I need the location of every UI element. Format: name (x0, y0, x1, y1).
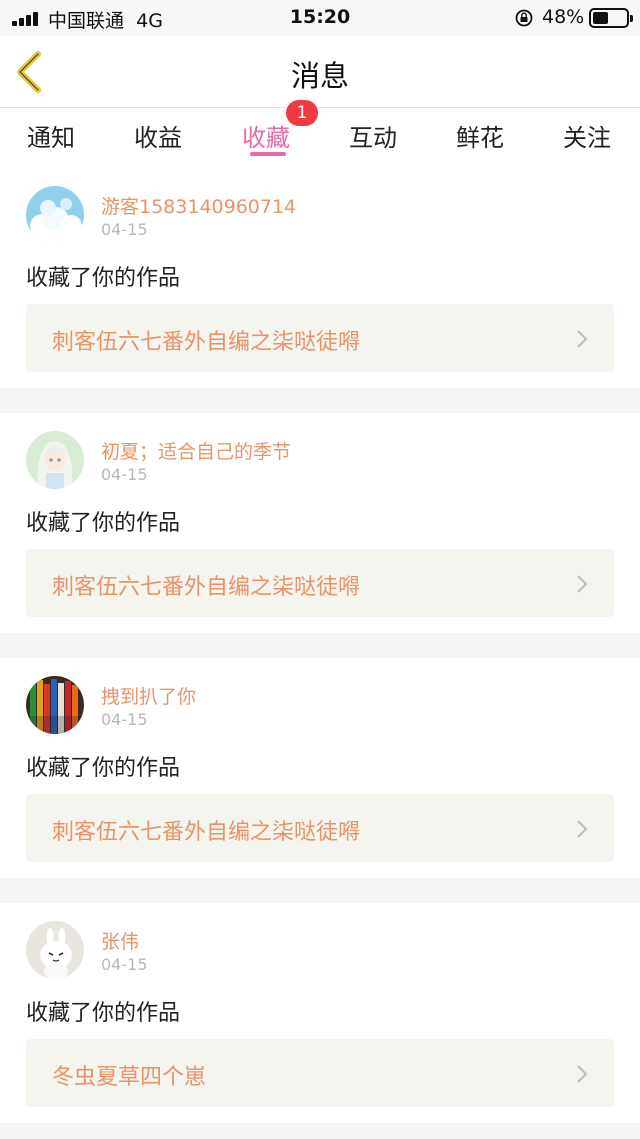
work-link[interactable]: 冬虫夏草四个崽 (26, 1039, 614, 1107)
active-tab-indicator (250, 152, 286, 156)
tab-earnings[interactable]: 收益 (108, 118, 208, 153)
tab-interactions[interactable]: 互动 (323, 118, 423, 153)
tab-bar: 通知 收益 收藏 互动 鲜花 关注 (0, 108, 640, 168)
tab-flowers[interactable]: 鲜花 (430, 118, 530, 153)
nav-bar: 消息 (0, 36, 640, 108)
username[interactable]: 初夏；适合自己的季节 (101, 437, 291, 464)
status-bar: 中国联通 4G 15:20 48% (0, 0, 640, 36)
message-card: 初夏；适合自己的季节 04-15 收藏了你的作品 刺客伍六七番外自编之柒哒徒嘚 (0, 413, 640, 633)
tab-notifications[interactable]: 通知 (1, 118, 101, 153)
message-card: 游客1583140960714 04-15 收藏了你的作品 刺客伍六七番外自编之… (0, 168, 640, 388)
message-text: 收藏了你的作品 (26, 266, 181, 291)
anime-girl-avatar-image (26, 431, 84, 489)
avatar[interactable] (26, 431, 84, 489)
colored-pencils-avatar-image (26, 676, 84, 734)
message-text: 收藏了你的作品 (26, 1001, 181, 1026)
avatar[interactable] (26, 676, 84, 734)
work-title: 刺客伍六七番外自编之柒哒徒嘚 (52, 330, 361, 355)
tab-following[interactable]: 关注 (537, 118, 637, 153)
avatar[interactable] (26, 921, 84, 979)
message-date: 04-15 (101, 710, 148, 729)
avatar[interactable] (26, 186, 84, 244)
message-date: 04-15 (101, 220, 148, 239)
rabbit-avatar-image (26, 921, 84, 979)
chevron-right-icon (577, 820, 588, 838)
page-title: 消息 (290, 59, 349, 93)
username[interactable]: 拽到扒了你 (101, 682, 196, 709)
message-card: 张伟 04-15 收藏了你的作品 冬虫夏草四个崽 (0, 903, 640, 1123)
chevron-right-icon (577, 575, 588, 593)
battery-percent: 48% (542, 6, 585, 28)
clouds-avatar-image (26, 186, 84, 244)
work-title: 刺客伍六七番外自编之柒哒徒嘚 (52, 820, 361, 845)
favorites-badge: 1 (286, 100, 318, 126)
message-card: 拽到扒了你 04-15 收藏了你的作品 刺客伍六七番外自编之柒哒徒嘚 (0, 658, 640, 878)
battery-fill (593, 12, 608, 24)
rotation-lock-icon (515, 9, 533, 27)
battery-icon (589, 8, 633, 28)
username[interactable]: 游客1583140960714 (101, 192, 296, 219)
work-link[interactable]: 刺客伍六七番外自编之柒哒徒嘚 (26, 304, 614, 372)
chevron-right-icon (577, 1065, 588, 1083)
work-title: 冬虫夏草四个崽 (52, 1065, 207, 1090)
work-link[interactable]: 刺客伍六七番外自编之柒哒徒嘚 (26, 794, 614, 862)
username[interactable]: 张伟 (101, 927, 139, 954)
work-link[interactable]: 刺客伍六七番外自编之柒哒徒嘚 (26, 549, 614, 617)
message-date: 04-15 (101, 955, 148, 974)
message-text: 收藏了你的作品 (26, 756, 181, 781)
message-text: 收藏了你的作品 (26, 511, 181, 536)
chevron-right-icon (577, 330, 588, 348)
message-date: 04-15 (101, 465, 148, 484)
work-title: 刺客伍六七番外自编之柒哒徒嘚 (52, 575, 361, 600)
